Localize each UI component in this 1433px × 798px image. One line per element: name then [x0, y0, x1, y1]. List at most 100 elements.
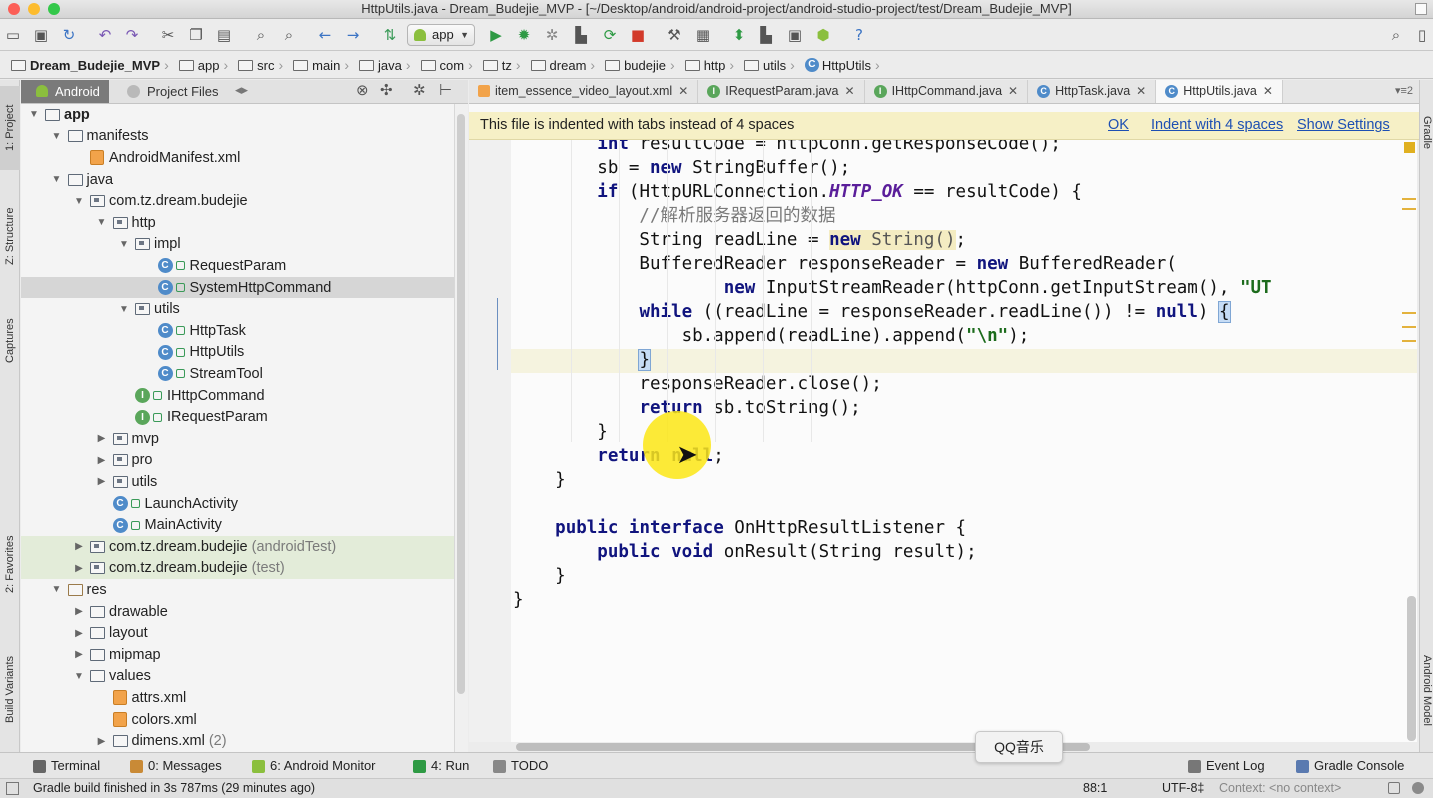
debug-icon[interactable]: ✹ [514, 25, 534, 45]
paste-icon[interactable]: ▤ [214, 25, 234, 45]
breadcrumb-item[interactable]: tz › [480, 54, 524, 76]
device-monitor-icon[interactable]: ▣ [785, 25, 805, 45]
view-android-tab[interactable]: Android [21, 80, 109, 103]
tab-project[interactable]: 1: Project [0, 86, 20, 170]
coverage-icon[interactable]: ▙ [571, 25, 591, 45]
editor-tab[interactable]: I IHttpCommand.java ✕ [865, 80, 1029, 103]
editor-gutter[interactable]: ● [469, 140, 532, 742]
hide-panel-icon[interactable]: ⊢ [439, 81, 452, 99]
close-tab-icon[interactable]: ✕ [1136, 84, 1146, 98]
breadcrumb-item[interactable]: budejie › [602, 54, 678, 76]
close-window-button[interactable] [8, 3, 20, 15]
expanded-arrow-icon[interactable]: ▼ [96, 217, 108, 228]
code-line[interactable]: } [511, 349, 1417, 373]
help-icon[interactable]: ? [849, 25, 869, 45]
code-line[interactable]: new InputStreamReader(httpConn.getInputS… [511, 277, 1417, 301]
editor-vertical-scrollbar[interactable] [1407, 596, 1416, 741]
tool-window-button[interactable]: Event Log [1188, 753, 1265, 779]
tree-item[interactable]: colors.xml [21, 709, 454, 731]
save-all-icon[interactable]: ▣ [31, 25, 51, 45]
forward-icon[interactable]: → [343, 25, 363, 45]
search-everywhere-icon[interactable]: ⌕ [1386, 25, 1406, 45]
tree-item[interactable]: attrs.xml [21, 687, 454, 709]
code-line[interactable]: String readLine = new String(); [511, 229, 1417, 253]
close-tab-icon[interactable]: ✕ [845, 84, 855, 98]
tree-item[interactable]: ▼ http [21, 212, 454, 234]
close-tab-icon[interactable]: ✕ [1008, 84, 1018, 98]
open-folder-icon[interactable]: ▭ [3, 25, 23, 45]
project-structure-icon[interactable]: ⚒ [664, 25, 684, 45]
indent-with-spaces-link[interactable]: Indent with 4 spaces [1151, 112, 1283, 139]
apply-changes-icon[interactable]: ⟳ [600, 25, 620, 45]
collapsed-arrow-icon[interactable]: ▶ [96, 736, 108, 747]
code-line[interactable]: sb.append(readLine).append("\n"); [511, 325, 1417, 349]
tree-item[interactable]: ▶ com.tz.dream.budejie (androidTest) [21, 536, 454, 558]
collapsed-arrow-icon[interactable]: ▶ [73, 541, 85, 552]
editor-tab[interactable]: item_essence_video_layout.xml ✕ [469, 80, 699, 103]
tree-item[interactable]: C MainActivity [21, 514, 454, 536]
code-line[interactable] [511, 493, 1417, 517]
tab-build-variants[interactable]: Build Variants [0, 634, 20, 744]
expanded-arrow-icon[interactable]: ▼ [73, 196, 85, 207]
collapsed-arrow-icon[interactable]: ▶ [96, 433, 108, 444]
tree-item[interactable]: C RequestParam [21, 255, 454, 277]
expanded-arrow-icon[interactable]: ▼ [118, 304, 130, 315]
editor-tab[interactable]: C HttpUtils.java ✕ [1156, 80, 1283, 103]
tree-item[interactable]: ▼ java [21, 169, 454, 191]
banner-ok-link[interactable]: OK [1108, 112, 1129, 139]
hector-icon[interactable] [1412, 782, 1424, 794]
tree-item[interactable]: ▶ dimens.xml (2) [21, 730, 454, 752]
editor-tab[interactable]: I IRequestParam.java ✕ [698, 80, 865, 103]
scrollbar-thumb[interactable] [457, 114, 465, 694]
lock-icon[interactable] [1388, 782, 1400, 794]
toggle-tool-windows-icon[interactable] [6, 782, 19, 795]
gear-icon[interactable]: ✲ [413, 81, 426, 99]
tool-window-button[interactable]: Gradle Console [1296, 753, 1404, 779]
error-stripe-mark[interactable] [1402, 340, 1416, 342]
code-line[interactable]: return sb.toString(); [511, 397, 1417, 421]
tab-favorites[interactable]: 2: Favorites [0, 516, 20, 612]
replace-icon[interactable]: ⌕ [279, 25, 299, 45]
collapsed-arrow-icon[interactable]: ▶ [96, 455, 108, 466]
tree-item[interactable]: I IHttpCommand [21, 385, 454, 407]
collapsed-arrow-icon[interactable]: ▶ [73, 628, 85, 639]
breadcrumb-item[interactable]: com › [418, 54, 476, 76]
tree-item[interactable]: ▼ values [21, 666, 454, 688]
context-indicator[interactable]: Context: <no context> [1219, 779, 1341, 798]
expanded-arrow-icon[interactable]: ▼ [51, 584, 63, 595]
minimize-window-button[interactable] [28, 3, 40, 15]
code-line[interactable]: public interface OnHttpResultListener { [511, 517, 1417, 541]
code-line[interactable]: } [511, 589, 1417, 613]
tree-item[interactable]: C SystemHttpCommand [21, 276, 454, 299]
attach-debugger-icon[interactable]: ✲ [542, 25, 562, 45]
zoom-window-button[interactable] [48, 3, 60, 15]
close-tab-icon[interactable]: ✕ [678, 84, 688, 98]
code-line[interactable]: int resultCode = httpConn.getResponseCod… [511, 140, 1417, 157]
layout-icon[interactable]: ▯ [1412, 25, 1432, 45]
tab-android-model[interactable]: Android Model [1420, 640, 1433, 740]
caret-position[interactable]: 88:1 [1083, 779, 1107, 798]
fullscreen-icon[interactable] [1415, 3, 1427, 15]
tree-item[interactable]: C HttpTask [21, 320, 454, 342]
error-stripe-mark[interactable] [1402, 208, 1416, 210]
switch-view-icon[interactable]: ◂▸ [235, 82, 248, 98]
tab-structure[interactable]: Z: Structure [0, 188, 20, 284]
code-line[interactable]: responseReader.close(); [511, 373, 1417, 397]
tree-item[interactable]: AndroidManifest.xml [21, 147, 454, 169]
breadcrumb-item[interactable]: C HttpUtils › [802, 54, 883, 76]
tool-window-button[interactable]: 6: Android Monitor [252, 753, 376, 779]
tab-captures[interactable]: Captures [0, 302, 20, 380]
android-device-icon[interactable]: ⬢ [813, 25, 833, 45]
expanded-arrow-icon[interactable]: ▼ [118, 239, 130, 250]
sdk-manager-icon[interactable]: ▦ [693, 25, 713, 45]
tree-item[interactable]: ▶ drawable [21, 601, 454, 623]
scroll-from-source-icon[interactable]: ⊗ [356, 81, 369, 99]
code-line[interactable]: while ((readLine = responseReader.readLi… [511, 301, 1417, 325]
expanded-arrow-icon[interactable]: ▼ [28, 109, 40, 120]
editor-tab[interactable]: C HttpTask.java ✕ [1028, 80, 1157, 103]
expanded-arrow-icon[interactable]: ▼ [51, 131, 63, 142]
code-line[interactable]: if (HttpURLConnection.HTTP_OK == resultC… [511, 181, 1417, 205]
tree-item[interactable]: ▶ com.tz.dream.budejie (test) [21, 557, 454, 580]
analysis-status-icon[interactable] [1404, 142, 1415, 153]
gradle-sync-icon[interactable]: ⬍ [729, 25, 749, 45]
